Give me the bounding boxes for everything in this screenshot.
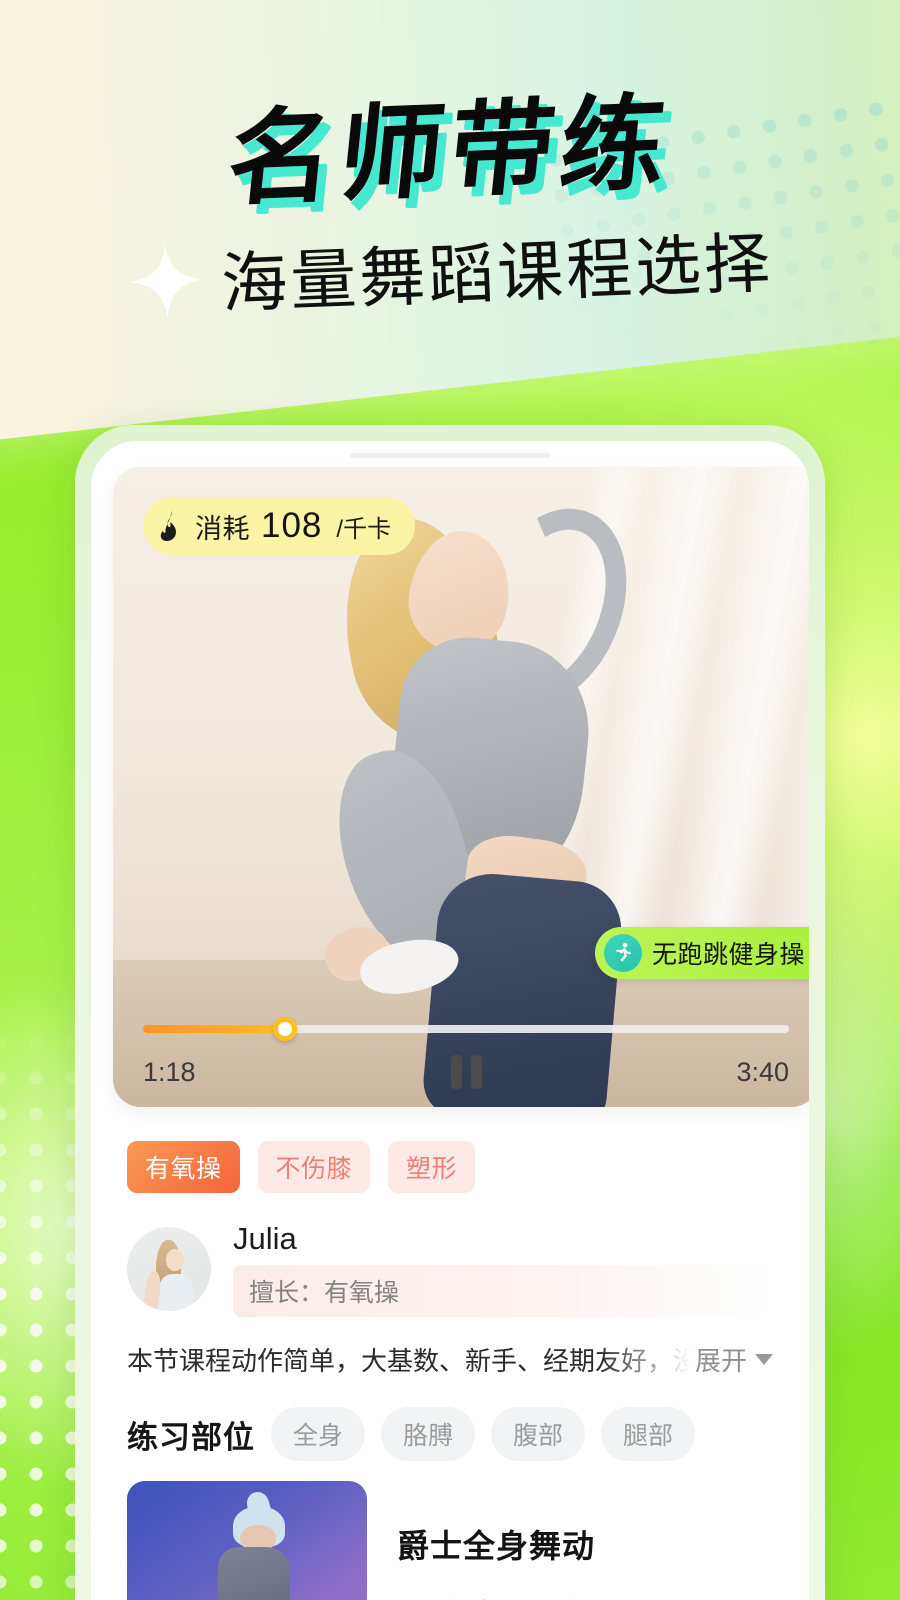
phone-speaker-line — [350, 453, 550, 458]
flame-icon — [160, 511, 176, 541]
course-list-item[interactable]: 爵士全身舞动 8分钟 48千卡 — [127, 1481, 773, 1600]
page-title: 名师带练 — [222, 81, 678, 221]
chevron-down-icon — [755, 1354, 773, 1365]
course-title: 爵士全身舞动 — [397, 1528, 596, 1564]
avatar[interactable] — [127, 1227, 211, 1311]
hero-section: 名师带练 海量舞蹈课程选择 — [0, 82, 900, 323]
video-frame-image — [113, 467, 809, 1107]
video-player[interactable]: 消耗 108 /千卡 无跑跳健身操 1:18 3:40 — [113, 467, 809, 1107]
body-part-chip[interactable]: 腹部 — [491, 1407, 586, 1461]
dancer-figure — [113, 467, 809, 1107]
coach-name: Julia — [233, 1221, 297, 1256]
body-parts-label: 练习部位 — [127, 1419, 255, 1455]
feature-badge[interactable]: 无跑跳健身操 — [594, 927, 809, 979]
expand-button[interactable]: 展开 — [695, 1341, 773, 1378]
progress-track[interactable] — [143, 1017, 789, 1041]
course-info: 爵士全身舞动 8分钟 48千卡 — [397, 1481, 773, 1600]
body-part-chip[interactable]: 腿部 — [601, 1407, 696, 1461]
calorie-value: 108 — [261, 506, 323, 545]
sparkle-star-icon — [128, 243, 204, 319]
pause-icon[interactable] — [450, 1055, 482, 1089]
body-part-chip[interactable]: 全身 — [271, 1407, 366, 1461]
tag-item[interactable]: 有氧操 — [127, 1141, 240, 1193]
course-description: 本节课程动作简单，大基数、新手、经期友好，没有舞蹈基础 — [127, 1346, 691, 1376]
feature-badge-label: 无跑跳健身操 — [651, 941, 805, 969]
tag-item[interactable]: 塑形 — [388, 1141, 476, 1193]
running-person-icon — [603, 934, 642, 972]
current-time: 1:18 — [143, 1056, 196, 1087]
course-description-row: 本节课程动作简单，大基数、新手、经期友好，没有舞蹈基础 展开 — [127, 1341, 773, 1378]
progress-thumb[interactable] — [273, 1017, 298, 1041]
video-progress[interactable] — [143, 1017, 789, 1041]
hero-subtitle: 海量舞蹈课程选择 — [219, 224, 775, 323]
phone-mockup: 消耗 108 /千卡 无跑跳健身操 1:18 3:40 有氧操 不伤膝 塑形 J… — [75, 425, 825, 1600]
course-duration: 8分钟 — [397, 1593, 463, 1600]
coach-specialty: 擅长：有氧操 — [233, 1265, 773, 1317]
course-meta: 8分钟 48千卡 — [397, 1593, 773, 1600]
coach-info: Julia 擅长：有氧操 — [233, 1221, 773, 1317]
hero-subtitle-row: 海量舞蹈课程选择 — [0, 205, 900, 335]
calorie-label: 消耗 — [195, 513, 250, 544]
calorie-badge: 消耗 108 /千卡 — [143, 497, 416, 555]
expand-label: 展开 — [694, 1346, 747, 1376]
body-part-chip[interactable]: 胳膊 — [381, 1407, 476, 1461]
tag-item[interactable]: 不伤膝 — [257, 1141, 371, 1193]
tag-list: 有氧操 不伤膝 塑形 — [127, 1141, 476, 1193]
body-parts-section: 练习部位 全身 胳膊 腹部 腿部 — [127, 1407, 773, 1461]
progress-fill — [143, 1025, 286, 1033]
phone-screen: 消耗 108 /千卡 无跑跳健身操 1:18 3:40 有氧操 不伤膝 塑形 J… — [91, 441, 809, 1600]
course-calories: 48千卡 — [505, 1593, 586, 1600]
calorie-unit: /千卡 — [336, 515, 392, 543]
video-controls: 1:18 3:40 — [143, 1055, 789, 1089]
total-time: 3:40 — [736, 1056, 789, 1087]
course-thumbnail[interactable] — [127, 1481, 367, 1600]
coach-section[interactable]: Julia 擅长：有氧操 — [127, 1221, 773, 1317]
